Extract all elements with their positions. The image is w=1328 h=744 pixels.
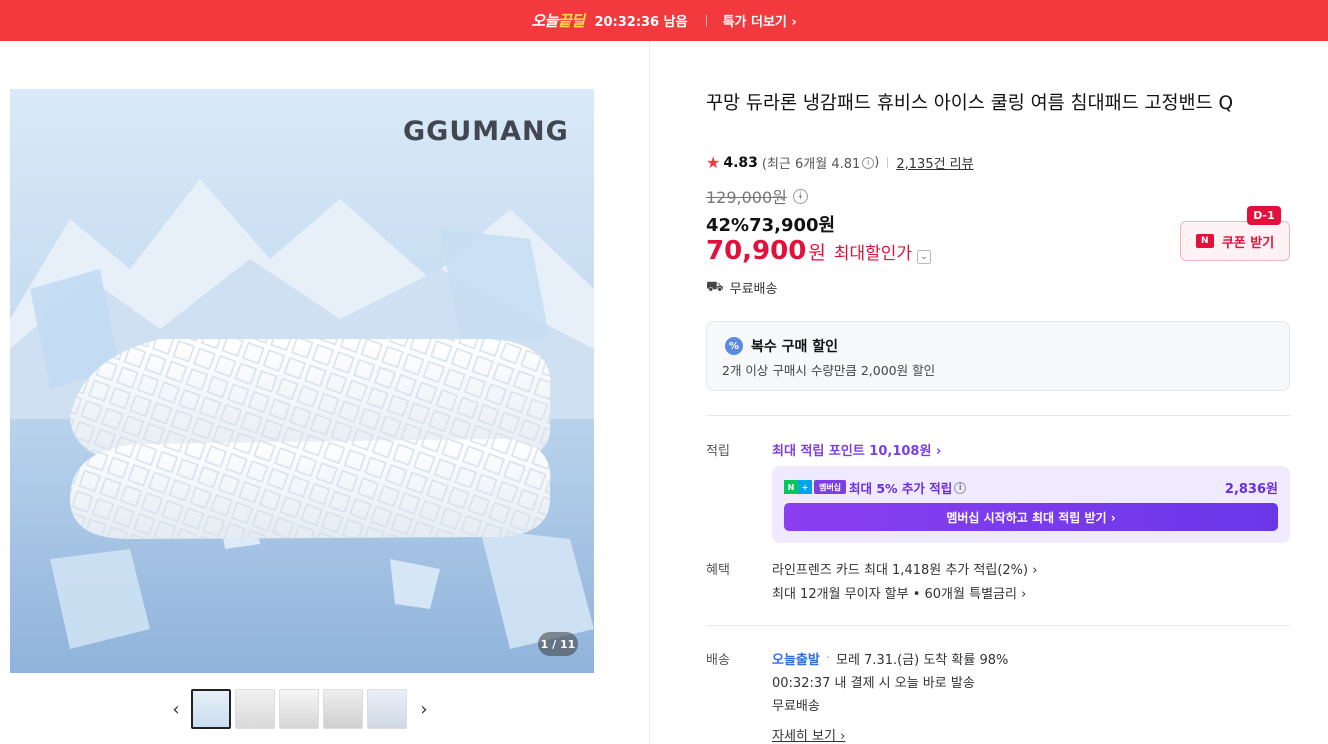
thumbnail-4[interactable] [323,689,363,729]
naver-logo-icon: N [1195,234,1214,248]
thumbnail-2[interactable] [235,689,275,729]
multi-purchase-discount: % 복수 구매 할인 2개 이상 구매시 수량만큼 2,000원 할인 [706,321,1290,391]
card-benefit-link[interactable]: 라인프렌즈 카드 최대 1,418원 추가 적립(2%) › [772,559,1037,578]
info-icon[interactable]: i [954,481,967,494]
installment-benefit-link[interactable]: 최대 12개월 무이자 할부 • 60개월 특별금리 › [772,583,1026,602]
price-info-icon[interactable]: i [792,188,808,204]
thumbnail-strip: ‹ › [165,688,435,730]
delivery-fee: 무료배송 [772,699,820,714]
dot-separator: · [825,651,830,666]
product-title: 꾸망 듀라론 냉감패드 휴비스 아이스 쿨링 여름 침대패드 고정밴드 Q [706,93,1234,114]
arrival-estimate: 모레 7.31.(금) 도착 확률 98% [835,653,1009,668]
truck-icon: ⛟ [706,278,724,295]
brand-logo: GGUMANG [403,116,569,147]
original-price-row: 129,000원 i [706,184,808,208]
thumbnail-3[interactable] [279,689,319,729]
product-main-image[interactable]: GGUMANG [10,89,594,673]
prev-image-arrow[interactable]: ‹ [165,689,187,729]
dispatch-cutoff: 00:32:37 내 결제 시 오늘 바로 발송 [772,676,975,691]
product-illustration [10,89,594,673]
deal-banner: 오늘끝딜 20:32:36 남음 특가 더보기 › [0,0,1328,41]
section-divider [706,625,1290,626]
rating-recent-close: ) [874,155,880,170]
column-divider [649,41,650,744]
rating-separator [887,157,889,168]
chevron-down-icon[interactable]: ⌄ [917,250,932,264]
shipping-label: 무료배송 [729,282,778,297]
info-icon[interactable]: i [862,156,875,169]
today-deal-logo: 오늘끝딜 [531,12,585,30]
original-price: 129,000원 [706,188,787,207]
section-divider [706,415,1290,416]
shipping-row: ⛟ 무료배송 [706,278,778,298]
final-price-row: 70,900 원 최대할인가 ⌄ [706,236,932,266]
membership-start-button[interactable]: 멤버십 시작하고 최대 적립 받기 › [784,503,1278,531]
extra-points-amount: 2,836원 [1224,482,1278,497]
image-counter: 1 / 11 [538,632,578,656]
coupon-deadline-badge: D-1 [1247,206,1281,225]
membership-box: N + 멤버십 최대 5% 추가 적립 i 2,836원 멤버십 시작하고 최대 적… [772,466,1290,543]
multi-discount-desc: 2개 이상 구매시 수량만큼 2,000원 할인 [722,363,936,378]
max-discount-label: 최대할인가 [833,244,913,264]
rating-recent: (최근 6개월 4.81 [761,157,861,172]
delivery-detail-link[interactable]: 자세히 보기 › [772,725,845,744]
more-deals-link[interactable]: 특가 더보기 › [723,11,797,30]
multi-discount-title: 복수 구매 할인 [751,339,839,355]
percent-icon: % [725,337,743,355]
final-price: 70,900 [706,236,807,266]
star-icon: ★ [706,153,721,172]
thumbnail-5[interactable] [367,689,407,729]
next-image-arrow[interactable]: › [413,689,435,729]
thumbnail-1[interactable] [191,689,231,729]
naver-plus-logo-icon: N + 멤버십 [784,480,846,494]
reviews-link[interactable]: 2,135건 리뷰 [896,153,973,172]
rating-row: ★ 4.83 (최근 6개월 4.81 i ) 2,135건 리뷰 [706,153,974,172]
deal-countdown: 20:32:36 남음 [594,15,688,30]
delivery-arrival-row: 오늘출발 · 모레 7.31.(금) 도착 확률 98% [772,649,1008,668]
benefits-label: 혜택 [706,563,730,578]
coupon-label: 쿠폰 받기 [1221,235,1275,251]
banner-separator [705,14,707,27]
coupon-button[interactable]: N 쿠폰 받기 [1180,221,1290,261]
extra-points-label: 최대 5% 추가 적립 i [849,478,967,497]
max-points-link[interactable]: 최대 적립 포인트 10,108원 › [772,440,941,459]
points-label: 적립 [706,444,730,459]
discount-price: 42%73,900원 [706,215,836,236]
rating-score: 4.83 [723,154,758,171]
final-price-unit: 원 [808,242,826,264]
today-dispatch-badge: 오늘출발 [772,653,820,668]
delivery-label: 배송 [706,653,730,668]
